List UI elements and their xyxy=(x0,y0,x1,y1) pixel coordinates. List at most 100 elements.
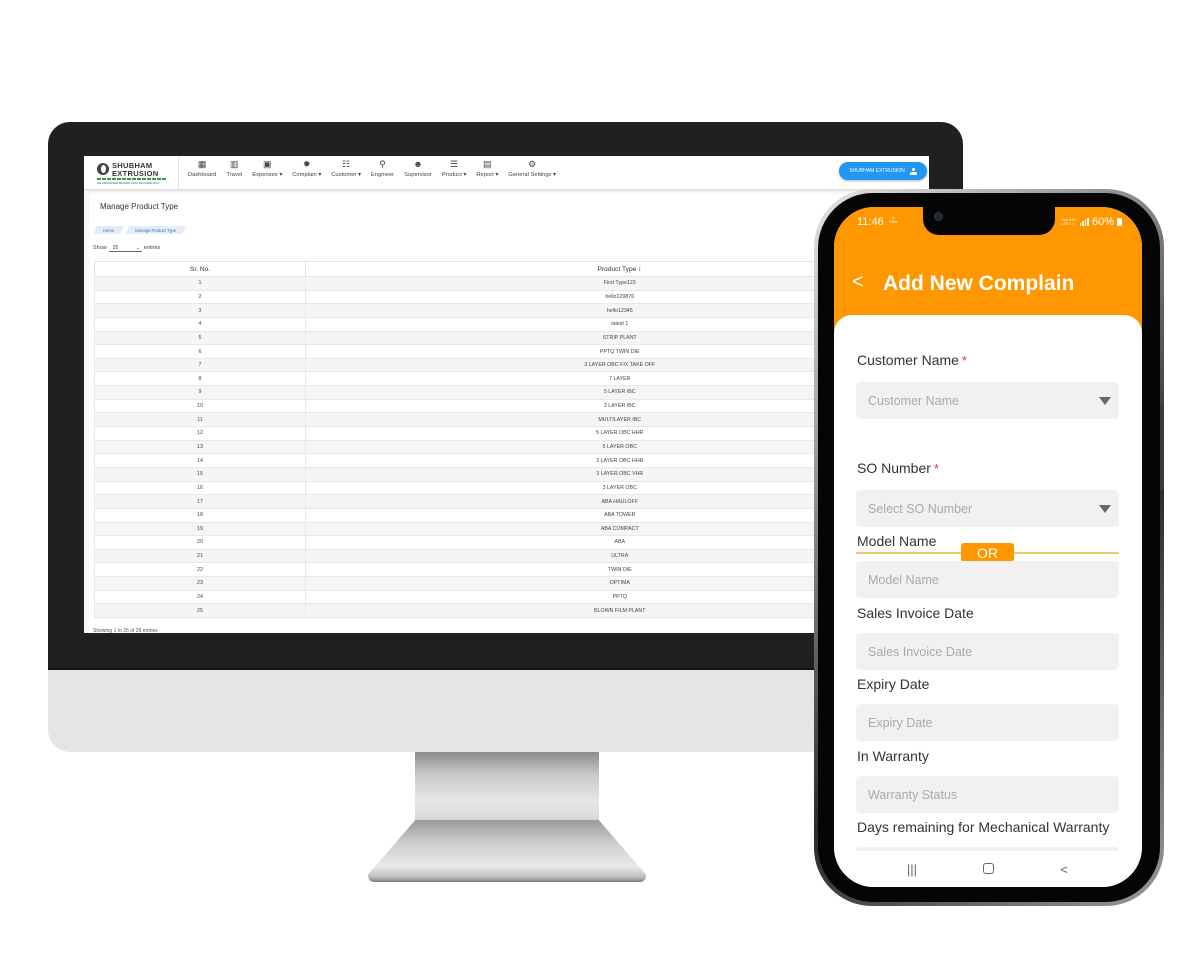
expiry-date-input[interactable]: Expiry Date xyxy=(856,704,1119,741)
table-row: 24 PPTQ xyxy=(94,590,929,605)
entries-value: 25 xyxy=(112,244,119,251)
nav-item-label: General Settings ▾ xyxy=(508,172,556,178)
status-indicators: Vo0 4G+ LTE1 ↑↓ 60% xyxy=(1061,216,1122,228)
cell-sr-no: 21 xyxy=(94,549,306,564)
battery-icon xyxy=(1117,218,1122,226)
sales-invoice-date-label: Sales Invoice Date xyxy=(857,605,974,621)
cell-sr-no: 25 xyxy=(94,603,306,619)
back-arrow-icon[interactable]: < xyxy=(852,271,864,294)
nav-item-dashboard[interactable]: ▦ Dashboard xyxy=(183,156,221,179)
cell-sr-no: 23 xyxy=(94,576,306,591)
nav-item-report[interactable]: ▤ Report ▾ xyxy=(471,156,503,179)
network-type-icon: Vo0 4G+ LTE1 ↑↓ xyxy=(1061,218,1077,226)
field-label-text: Days remaining for Mechanical Warranty xyxy=(857,819,1110,835)
network-type-bottom: LTE1 ↑↓ xyxy=(1061,221,1076,226)
recents-button[interactable]: ||| xyxy=(897,862,927,877)
nav-item-supervisor[interactable]: ☻ Supervisor xyxy=(399,156,437,179)
customer-name-dropdown[interactable]: Customer Name xyxy=(856,382,1119,419)
user-account-button[interactable]: SHUBHAM EXTRUSION xyxy=(839,162,927,180)
nav-item-label: Product ▾ xyxy=(441,172,467,178)
placeholder-text: Expiry Date xyxy=(868,715,933,730)
cell-sr-no: 1 xyxy=(94,276,306,291)
so-number-dropdown[interactable]: Select SO Number xyxy=(856,490,1119,527)
cell-sr-no: 7 xyxy=(94,358,306,373)
in-warranty-label: In Warranty xyxy=(857,748,929,764)
stage: SHUBHAM EXTRUSION AN ADVANCED BLOWN FILM… xyxy=(0,0,1200,953)
table-row: 21 ULTRA xyxy=(94,549,929,564)
home-button[interactable] xyxy=(973,862,1003,877)
cell-sr-no: 17 xyxy=(94,494,306,509)
cell-sr-no: 6 xyxy=(94,344,306,359)
breadcrumb-home[interactable]: Home xyxy=(93,226,124,234)
top-navbar: SHUBHAM EXTRUSION AN ADVANCED BLOWN FILM… xyxy=(84,156,929,189)
product-type-table: Sr. No. Product Type ↕ 1 First Type123 2 he… xyxy=(94,261,929,619)
table-body: 1 First Type123 2 hello129876 3 hello12345 4 la… xyxy=(94,276,929,619)
cell-sr-no: 11 xyxy=(94,412,306,428)
table-row: 6 PPTQ TWIN DIE xyxy=(94,344,929,359)
logo-mark-icon xyxy=(97,163,109,175)
nav-item-label: Complain ▾ xyxy=(292,172,322,178)
table-row: 95 LAYER IBC xyxy=(94,385,929,400)
group-icon: ☻ xyxy=(413,159,423,169)
page-title: Manage Product Type xyxy=(100,202,179,211)
camera-icon xyxy=(935,213,942,220)
nav-menu: ▦ Dashboard ▥ Travel ▣ Expenses ▾ ✹ Complain ▾ ☷… xyxy=(183,156,561,189)
nav-item-label: Report ▾ xyxy=(476,172,499,178)
battery-level: 60% xyxy=(1091,216,1114,228)
table-row: 73 LAYER OBC FIX TAKE OFF xyxy=(94,358,929,373)
field-label-text: Customer Name xyxy=(857,352,959,368)
placeholder-text: Customer Name xyxy=(868,393,959,408)
column-header-sr-no[interactable]: Sr. No. xyxy=(94,261,306,277)
user-icon xyxy=(909,167,917,175)
bike-icon: ⚲ xyxy=(379,159,386,169)
placeholder-text: Select SO Number xyxy=(868,501,973,516)
nav-item-product[interactable]: ☰ Product ▾ xyxy=(437,156,472,179)
content-card: Manage Product Type Home Manage Product … xyxy=(89,194,929,633)
cell-sr-no: 15 xyxy=(94,467,306,482)
cell-sr-no: 22 xyxy=(94,562,306,578)
so-number-label: SO Number * xyxy=(857,460,939,476)
brand-tagline: AN ADVANCED BLOWN FILM TECHNOLOGY xyxy=(97,181,160,185)
table-info: Showing 1 to 25 of 28 entries xyxy=(93,628,158,633)
screen-title: Add New Complain xyxy=(883,272,1075,295)
status-time: 11:46 xyxy=(857,216,884,228)
brand-logo[interactable]: SHUBHAM EXTRUSION AN ADVANCED BLOWN FILM… xyxy=(84,156,179,189)
table-row: 22 TWIN DIE xyxy=(94,562,929,578)
cell-sr-no: 4 xyxy=(94,317,306,332)
table-row: 18 ABA TOWER xyxy=(94,508,929,523)
field-label-text: Model Name xyxy=(857,533,937,549)
model-name-input[interactable]: Model Name xyxy=(856,561,1119,598)
breadcrumb-current: Manage Product Type xyxy=(125,226,186,234)
sales-invoice-date-input[interactable]: Sales Invoice Date xyxy=(856,633,1119,670)
nav-item-customer[interactable]: ☷ Customer ▾ xyxy=(326,156,366,179)
nav-item-engineer[interactable]: ⚲ Engineer xyxy=(366,156,399,179)
nav-item-complain[interactable]: ✹ Complain ▾ xyxy=(287,156,326,179)
in-warranty-input[interactable]: Warranty Status xyxy=(856,776,1119,813)
entries-select[interactable]: 25 ⌄ xyxy=(108,244,142,252)
nav-item-travel[interactable]: ▥ Travel xyxy=(221,156,247,179)
people-icon: ☷ xyxy=(342,159,351,169)
page-length-control: Show 25 ⌄ entries xyxy=(93,244,160,252)
model-name-label: Model Name xyxy=(857,533,936,549)
field-label-text: Sales Invoice Date xyxy=(857,605,974,621)
table-row: 11 MULTILAYER IBC xyxy=(94,412,929,428)
or-divider-badge: OR xyxy=(961,543,1014,562)
user-account-label: SHUBHAM EXTRUSION xyxy=(849,168,905,174)
nav-item-general-settings[interactable]: ⚙ General Settings ▾ xyxy=(503,156,561,179)
system-back-button[interactable]: < xyxy=(1049,862,1079,877)
expiry-date-label: Expiry Date xyxy=(857,676,929,692)
customer-name-label: Customer Name * xyxy=(857,352,967,368)
table-row: 16 3 LAYER OBC xyxy=(94,481,929,496)
placeholder-text: Model Name xyxy=(868,572,939,587)
money-icon: ▣ xyxy=(262,159,272,169)
caret-down-icon xyxy=(1099,505,1111,513)
table-row: 5 STRIP PLANT xyxy=(94,331,929,346)
nav-item-expenses[interactable]: ▣ Expenses ▾ xyxy=(247,156,287,179)
home-icon xyxy=(982,862,994,874)
cell-sr-no: 14 xyxy=(94,453,306,468)
placeholder-text: Sales Invoice Date xyxy=(868,644,973,659)
status-network-speed: 0 KB/s xyxy=(889,216,897,224)
bug-icon: ✹ xyxy=(302,159,311,169)
table-row: 12 5 LAYER OBC HHR xyxy=(94,426,929,441)
field-label-text: Expiry Date xyxy=(857,676,930,692)
